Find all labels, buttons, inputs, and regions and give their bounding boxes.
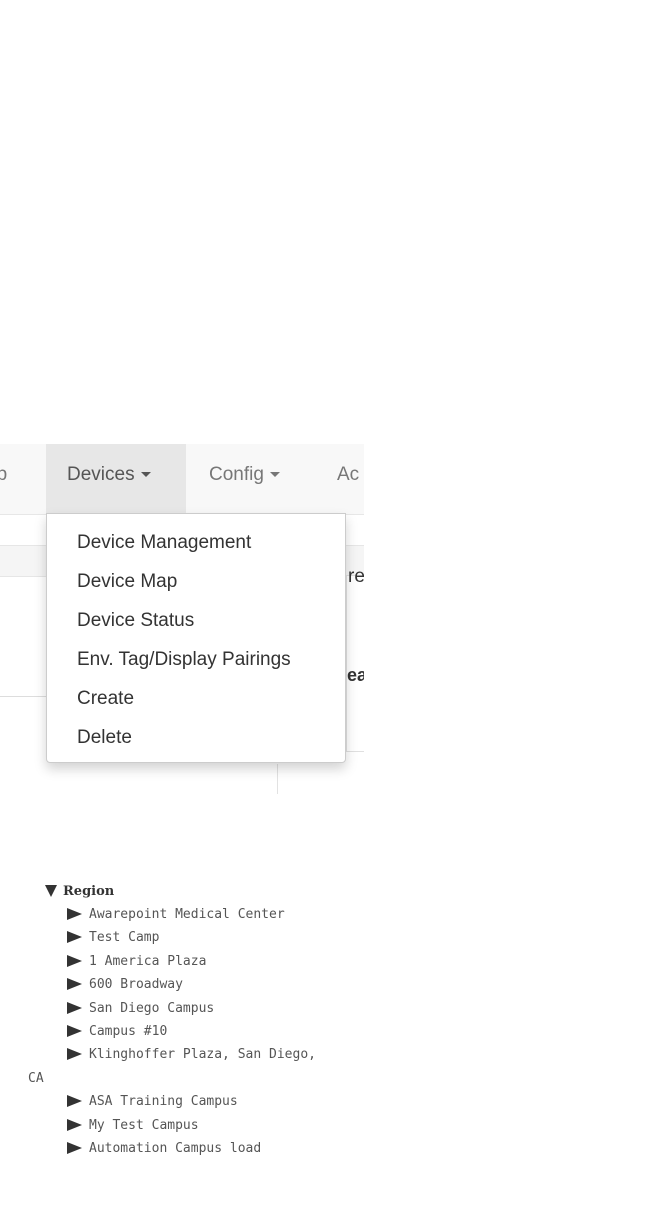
tree-node[interactable]: Awarepoint Medical Center [45,903,335,926]
menu-item-device-status[interactable]: Device Status [47,604,345,643]
side-panel-text: re [348,566,364,587]
tree-node[interactable]: San Diego Campus [45,997,335,1020]
tree-node-label: 600 Broadway [89,977,183,993]
tree-node-label: ASA Training Campus [89,1094,238,1110]
tree-node[interactable]: Test Camp [45,926,335,949]
caret-down-icon [269,472,280,478]
divider-line [0,696,48,697]
tree-node-label: My Test Campus [89,1117,199,1133]
triangle-right-icon [67,1001,82,1014]
nav-map-label: ap [0,464,8,485]
menu-item-device-management[interactable]: Device Management [47,526,345,565]
triangle-right-icon [67,1048,82,1061]
tree-root-label: Region [63,884,115,899]
menu-item-create[interactable]: Create [47,682,345,721]
tree-node[interactable]: 600 Broadway [45,973,335,996]
nav-config-label: Config [209,464,264,485]
tree-node-label: Awarepoint Medical Center [89,907,285,922]
caret-down-icon [140,472,151,478]
tree-node-label: San Diego Campus [89,1000,215,1016]
region-tree: Region Awarepoint Medical Center Test Ca… [28,880,335,1160]
tree-node[interactable]: My Test Campus [45,1114,335,1137]
tree-node-label: Automation Campus load [89,1141,262,1157]
column-divider [277,764,278,794]
triangle-right-icon [67,1025,82,1038]
tree-node[interactable]: Automation Campus load [45,1137,335,1160]
tree-node-label: 1 America Plaza [89,953,207,969]
triangle-right-icon [67,1118,82,1131]
triangle-down-icon [45,885,57,897]
devices-dropdown-menu: Device Management Device Map Device Stat… [46,513,346,763]
menu-item-env-tag-display-pairings[interactable]: Env. Tag/Display Pairings [47,643,345,682]
top-navbar: ap Devices Config Ac [0,444,364,515]
triangle-right-icon [67,931,82,944]
tree-node-label: Test Camp [89,930,160,946]
nav-config-dropdown[interactable]: Config [209,444,280,514]
tree-node[interactable]: ASA Training Campus [45,1090,335,1113]
triangle-right-icon [67,1142,82,1155]
menu-item-delete[interactable]: Delete [47,721,345,760]
tree-node[interactable]: Campus #10 [45,1020,335,1043]
nav-map[interactable]: ap [0,444,7,514]
tree-node-label: Campus #10 [89,1024,168,1040]
nav-account-label: Ac [337,464,360,485]
tree-root-region[interactable]: Region [45,880,335,903]
menu-item-device-map[interactable]: Device Map [47,565,345,604]
triangle-right-icon [67,908,82,920]
nav-account[interactable]: Ac [337,444,359,514]
tree-node[interactable]: Klinghoffer Plaza, San Diego, CA [28,1043,335,1090]
app-window-crop: re ea ap Devices Config Ac Device Manage… [0,444,364,794]
triangle-right-icon [67,978,82,991]
side-panel-heading: ea [347,665,364,685]
tree-node[interactable]: 1 America Plaza [45,950,335,973]
nav-devices-dropdown[interactable]: Devices [46,444,186,514]
triangle-right-icon [67,954,82,967]
triangle-right-icon [67,1095,82,1108]
side-panel [346,575,364,752]
nav-devices-label: Devices [67,464,135,485]
region-tree-children: Awarepoint Medical Center Test Camp 1 Am… [28,903,335,1160]
